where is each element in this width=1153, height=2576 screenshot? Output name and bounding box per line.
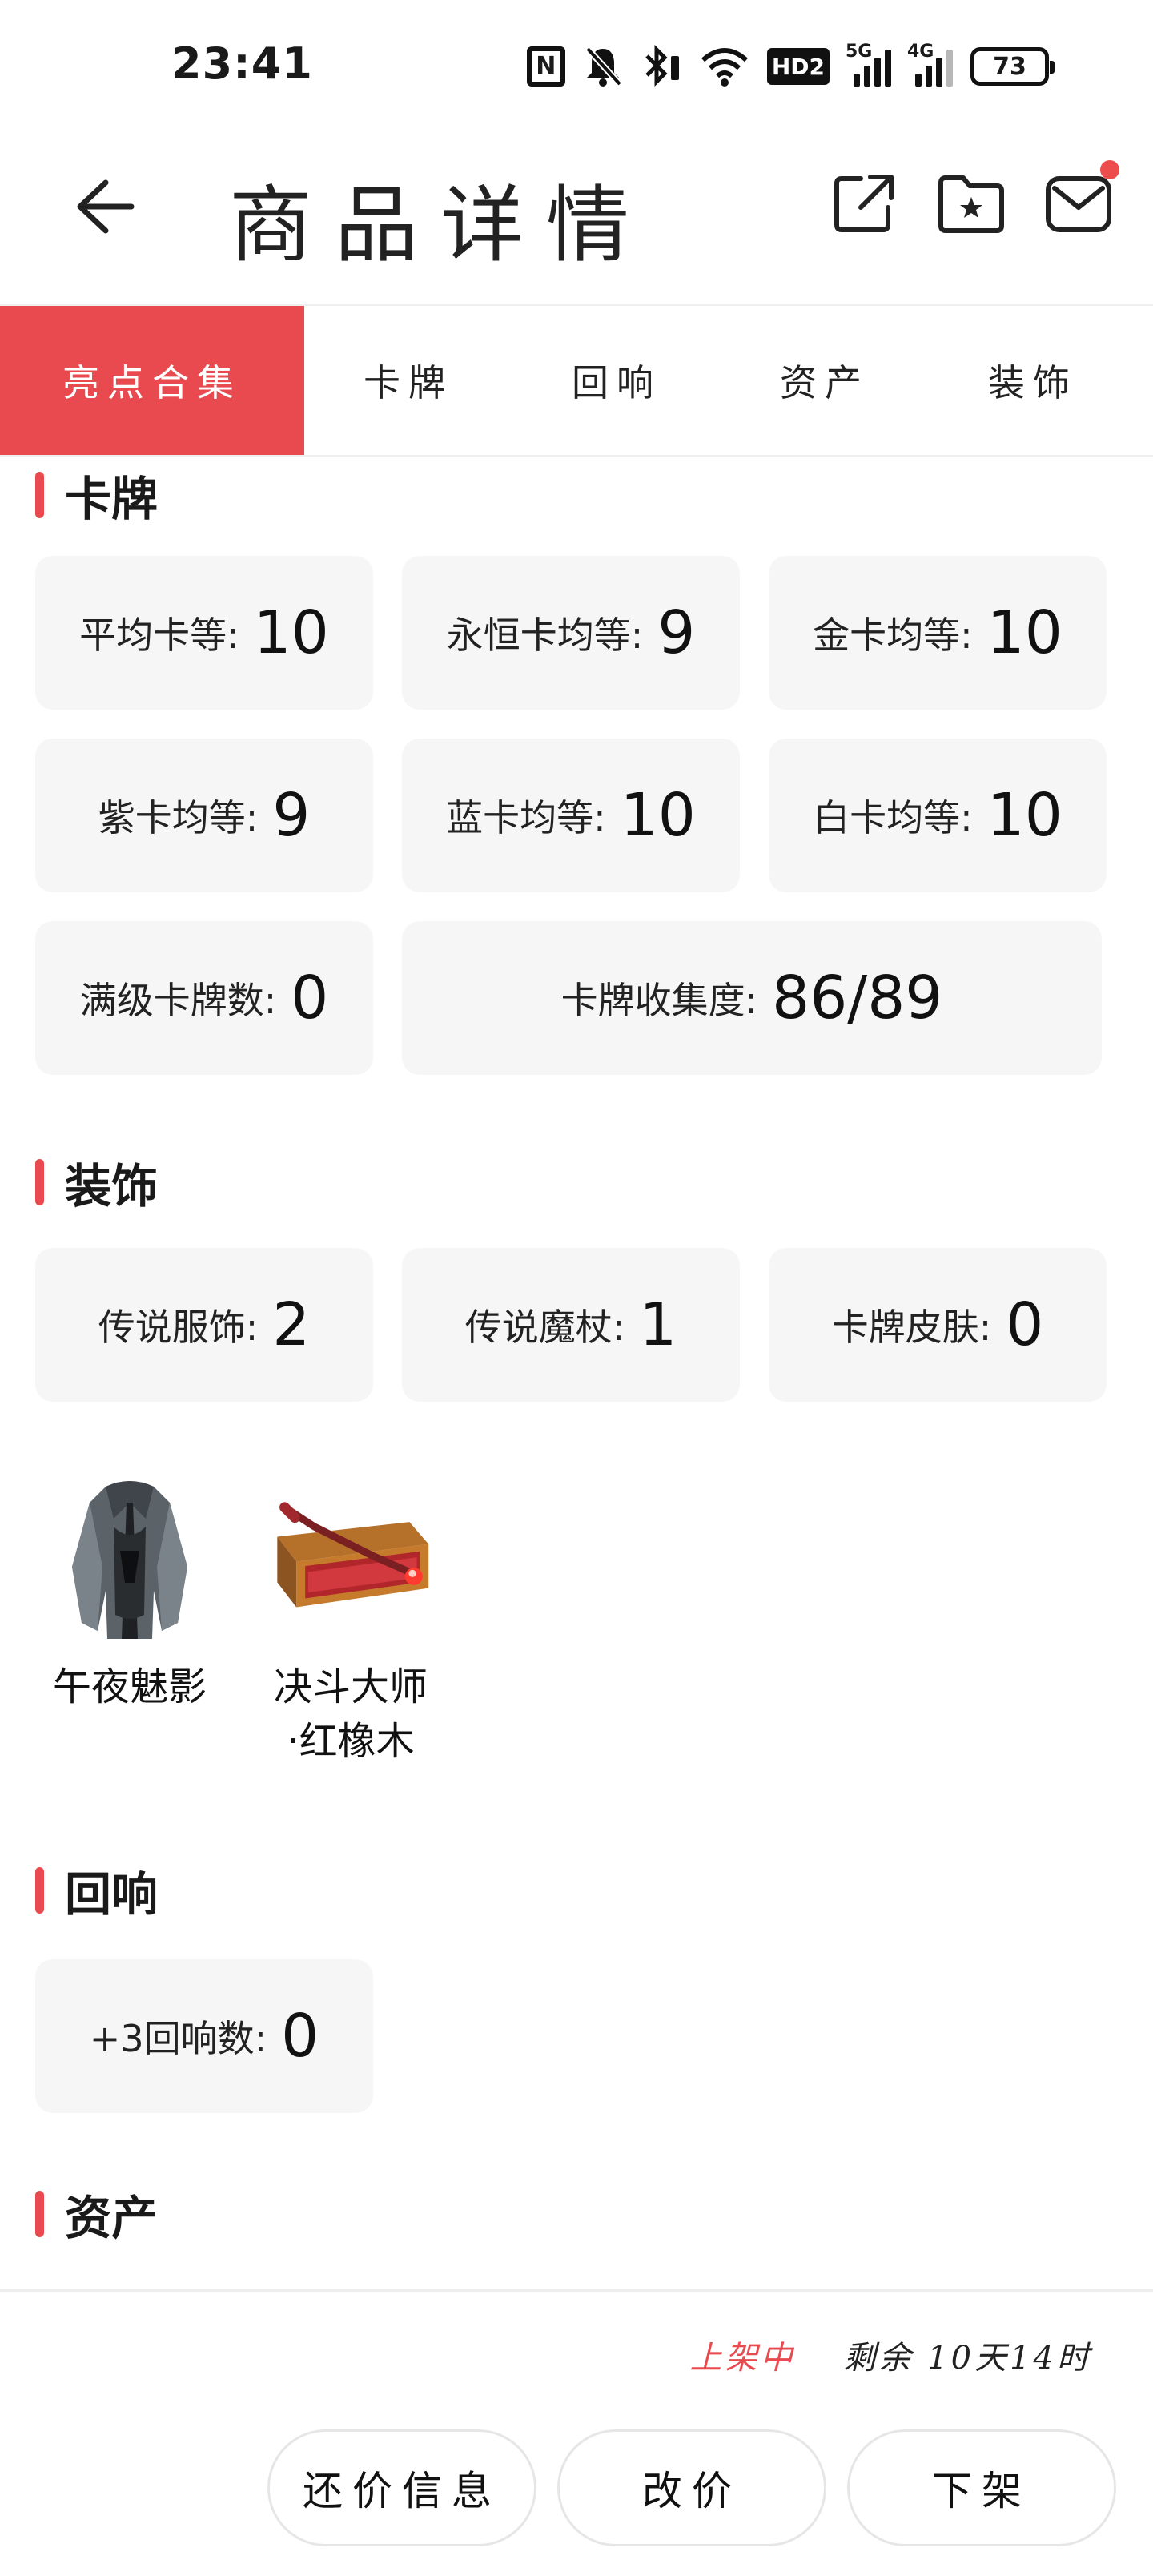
stat-label: +3回响数: (89, 2017, 267, 2060)
status-time: 23:41 (171, 38, 313, 89)
stat-echo-plus3: +3回响数: 0 (35, 1959, 373, 2113)
section-marker (35, 472, 44, 518)
section-title-assets: 资产 (35, 2180, 158, 2248)
delist-button[interactable]: 下架 (847, 2429, 1116, 2546)
section-title-text: 卡牌 (65, 472, 159, 526)
stat-collection-progress: 卡牌收集度: 86/89 (402, 921, 1102, 1075)
status-icons: N HD2 5G 4G 73 (526, 38, 1055, 95)
bluetooth-icon (641, 45, 682, 88)
wifi-icon (700, 46, 749, 87)
stat-label: 金卡均等: (813, 614, 973, 657)
stat-max-level-count: 满级卡牌数: 0 (35, 921, 373, 1075)
message-icon (1046, 176, 1111, 232)
stat-card-skins: 卡牌皮肤: 0 (769, 1248, 1107, 1402)
nfc-icon: N (526, 46, 565, 87)
stat-label: 卡牌皮肤: (831, 1306, 992, 1349)
tab-assets[interactable]: 资产 (721, 306, 929, 455)
decor-item-duel-master-wand[interactable]: 决斗大师 ·红橡木 (255, 1471, 447, 1769)
stat-card-gold-avg: 金卡均等: 10 (769, 556, 1107, 710)
section-title-cards: 卡牌 (35, 461, 158, 529)
signal-5g-icon: 5G (846, 42, 891, 87)
stat-value: 9 (272, 781, 311, 850)
change-price-button[interactable]: 改价 (557, 2429, 826, 2546)
hd-icon: HD2 (766, 48, 830, 85)
mute-bell-icon (583, 46, 623, 87)
decor-item-midnight-phantom[interactable]: 午夜魅影 (34, 1471, 226, 1714)
signal-4g-icon: 4G (907, 42, 953, 87)
decor-item-name: 午夜魅影 (52, 1664, 207, 1709)
notification-dot (1100, 160, 1119, 179)
stat-value: 0 (281, 2002, 319, 2071)
listing-status: 上架中 剩余 10天14时 (689, 2332, 1092, 2378)
stat-value: 1 (639, 1290, 677, 1359)
back-arrow-icon (77, 179, 135, 234)
stat-value: 10 (986, 781, 1063, 850)
tab-decor[interactable]: 装饰 (929, 306, 1137, 455)
section-title-text: 装饰 (65, 1159, 159, 1214)
share-button[interactable] (828, 168, 900, 240)
favorite-button[interactable] (935, 168, 1007, 240)
stat-label: 紫卡均等: (98, 796, 259, 839)
listing-status-text: 上架中 (689, 2340, 796, 2377)
stat-card-eternal-avg: 永恒卡均等: 9 (402, 556, 740, 710)
header: 商品详情 (0, 128, 1153, 304)
battery-icon: 73 (970, 47, 1055, 86)
tab-cards[interactable]: 卡牌 (304, 306, 512, 455)
signal-4g-label: 4G (907, 42, 934, 62)
decor-item-name-line1: 决斗大师 (273, 1664, 428, 1709)
stat-value: 10 (986, 598, 1063, 667)
section-marker (35, 2191, 44, 2237)
stat-card-white-avg: 白卡均等: 10 (769, 739, 1107, 892)
tab-highlights[interactable]: 亮点合集 (0, 306, 304, 455)
stat-label: 永恒卡均等: (446, 614, 644, 657)
page-title: 商品详情 (229, 176, 653, 274)
stat-card-purple-avg: 紫卡均等: 9 (35, 739, 373, 892)
status-bar: 23:41 N HD2 5G 4G 73 (0, 0, 1153, 128)
stat-card-avg-level: 平均卡等: 10 (35, 556, 373, 710)
signal-5g-label: 5G (846, 42, 873, 62)
stat-value: 2 (272, 1290, 311, 1359)
favorite-folder-icon (938, 175, 1004, 233)
stat-label: 传说服饰: (98, 1306, 259, 1349)
stat-value: 0 (1006, 1290, 1044, 1359)
bottom-action-bar: 上架中 剩余 10天14时 还价信息 改价 下架 (0, 2289, 1153, 2576)
section-marker (35, 1867, 44, 1914)
section-title-text: 回响 (65, 1867, 159, 1922)
stat-label: 蓝卡均等: (446, 796, 606, 839)
stat-card-blue-avg: 蓝卡均等: 10 (402, 739, 740, 892)
wand-case-icon (263, 1471, 439, 1647)
back-button[interactable] (61, 165, 144, 248)
stat-label: 传说魔杖: (464, 1306, 625, 1349)
stat-value: 10 (620, 781, 696, 850)
stat-value: 9 (657, 598, 696, 667)
section-title-echo: 回响 (35, 1857, 158, 1924)
decor-item-name: 决斗大师 ·红橡木 (274, 1660, 428, 1769)
stat-label: 平均卡等: (79, 614, 239, 657)
share-icon (834, 175, 894, 232)
stat-legend-outfits: 传说服饰: 2 (35, 1248, 373, 1402)
tab-echo[interactable]: 回响 (512, 306, 721, 455)
section-title-decor: 装饰 (35, 1149, 158, 1216)
counter-offer-button[interactable]: 还价信息 (267, 2429, 536, 2546)
decor-item-name-line2: ·红橡木 (287, 1719, 415, 1764)
stat-value: 0 (291, 964, 329, 1032)
stat-label: 白卡均等: (813, 796, 973, 839)
stat-label: 卡牌收集度: (560, 979, 758, 1022)
remaining-time: 剩余 10天14时 (843, 2340, 1092, 2377)
stat-legend-wands: 传说魔杖: 1 (402, 1248, 740, 1402)
tab-bar: 亮点合集 卡牌 回响 资产 装饰 (0, 304, 1153, 457)
stat-value: 10 (253, 598, 329, 667)
section-title-text: 资产 (65, 2191, 159, 2245)
message-button[interactable] (1043, 160, 1119, 240)
robe-icon (42, 1471, 218, 1647)
section-marker (35, 1159, 44, 1205)
stat-label: 满级卡牌数: (79, 979, 277, 1022)
stat-value: 86/89 (772, 964, 943, 1032)
